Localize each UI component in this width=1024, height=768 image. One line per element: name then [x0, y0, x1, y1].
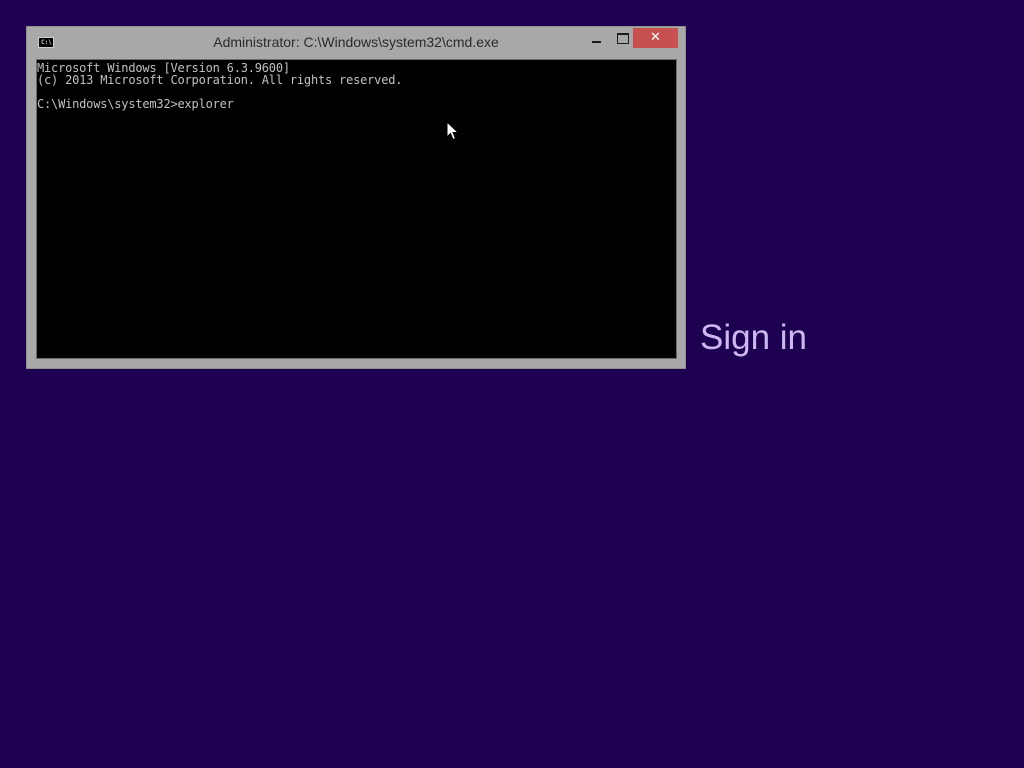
console-output[interactable]: Microsoft Windows [Version 6.3.9600] (c)…	[36, 59, 677, 359]
sign-in-label: Sign in	[700, 318, 808, 357]
mouse-pointer-icon	[446, 121, 460, 141]
maximize-icon	[617, 33, 629, 44]
maximize-button[interactable]	[609, 28, 635, 48]
minimize-icon	[592, 41, 601, 43]
cmd-window[interactable]: C:\. Administrator: C:\Windows\system32\…	[26, 26, 686, 369]
close-button[interactable]: ✕	[633, 28, 678, 48]
console-prompt-line: C:\Windows\system32>explorer	[37, 97, 234, 111]
close-icon: ✕	[650, 30, 661, 45]
title-bar[interactable]: C:\. Administrator: C:\Windows\system32\…	[27, 27, 685, 59]
console-line: (c) 2013 Microsoft Corporation. All righ…	[37, 73, 403, 87]
minimize-button[interactable]	[583, 28, 609, 48]
